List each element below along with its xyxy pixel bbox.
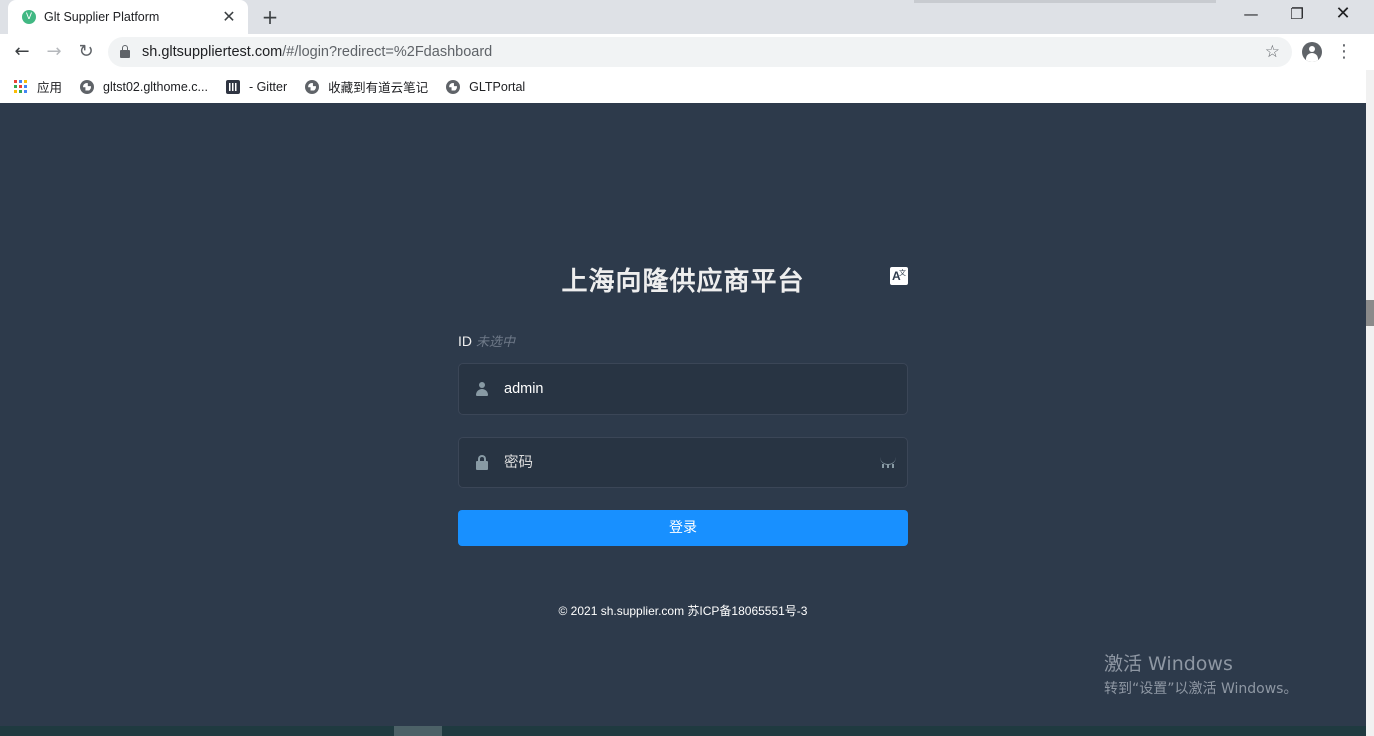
password-lock-icon (475, 455, 489, 471)
password-field[interactable] (458, 437, 908, 488)
url-path: /#/login?redirect=%2Fdashboard (282, 44, 493, 60)
vue-favicon-icon: V (22, 10, 36, 24)
copyright-footer: © 2021 sh.supplier.com 苏ICP备18065551号-3 (558, 604, 808, 618)
tab-active[interactable]: V Glt Supplier Platform ✕ (8, 0, 248, 34)
page-title: 上海向隆供应商平台 (561, 267, 805, 297)
browser-menu-icon[interactable]: ⋮ (1334, 38, 1354, 66)
new-tab-button[interactable]: + (258, 5, 282, 29)
apps-icon (14, 79, 28, 94)
bookmark-gltst02[interactable]: gltst02.glthome.c... (80, 79, 208, 94)
url-text[interactable]: sh.gltsuppliertest.com/#/login?redirect=… (142, 37, 492, 67)
username-field[interactable] (458, 363, 908, 415)
bookmark-star-icon[interactable]: ☆ (1265, 37, 1280, 67)
bookmark-gitter[interactable]: - Gitter (225, 79, 288, 94)
bookmark-gltportal[interactable]: GLTPortal (446, 79, 526, 94)
bookmark-label: - Gitter (248, 79, 288, 94)
bookmark-label: GLTPortal (469, 79, 526, 94)
bookmark-label: gltst02.glthome.c... (103, 79, 208, 94)
eye-closed-icon[interactable] (879, 457, 897, 468)
tab-title: Glt Supplier Platform (44, 10, 160, 24)
watermark-line-1: 激活 Windows (1104, 653, 1233, 675)
browser-toolbar: ← → ↻ sh.gltsuppliertest.com/#/login?red… (0, 34, 1374, 70)
bookmark-youdao[interactable]: 收藏到有道云笔记 (305, 77, 428, 96)
bookmarks-bar: 应用 gltst02.glthome.c... - Gitter 收藏到有道云笔… (0, 70, 1366, 103)
watermark-line-2: 转到“设置”以激活 Windows。 (1104, 681, 1298, 697)
id-hint: 未选中 (476, 334, 516, 349)
window-minimize-button[interactable]: — (1228, 0, 1274, 30)
globe-icon (305, 79, 320, 94)
forward-button[interactable]: → (40, 38, 68, 66)
tab-close-icon[interactable]: ✕ (220, 8, 238, 26)
gitter-icon (225, 79, 240, 94)
id-label: ID (458, 333, 472, 349)
window-close-button[interactable]: ✕ (1320, 0, 1366, 30)
login-page: 上海向隆供应商平台 A文 ID 未选中 登录 © 2021 sh.supplier… (0, 103, 1366, 726)
page-scrollbar-thumb[interactable] (1366, 300, 1374, 326)
reload-button[interactable]: ↻ (72, 38, 100, 66)
windows-activation-watermark: 激活 Windows 转到“设置”以激活 Windows。 (1104, 649, 1297, 698)
id-row: ID 未选中 (458, 331, 515, 350)
user-icon (475, 381, 489, 397)
popup-shadow (914, 0, 1216, 3)
bookmark-label: 应用 (37, 81, 63, 95)
taskbar-item[interactable] (394, 726, 442, 736)
profile-avatar-icon[interactable] (1302, 42, 1322, 62)
bookmark-apps[interactable]: 应用 (14, 77, 62, 96)
tab-bar: V Glt Supplier Platform ✕ + — ❐ ✕ (0, 0, 1374, 34)
back-button[interactable]: ← (8, 38, 36, 66)
globe-icon (80, 79, 95, 94)
lang-icon-sup: 文 (899, 270, 906, 277)
bookmark-label: 收藏到有道云笔记 (328, 81, 429, 95)
username-input[interactable] (504, 364, 874, 414)
url-host: sh.gltsuppliertest.com (142, 44, 283, 60)
page-scrollbar-track[interactable] (1366, 70, 1374, 736)
window-restore-button[interactable]: ❐ (1274, 0, 1320, 30)
lock-icon[interactable] (120, 45, 130, 58)
address-bar[interactable]: sh.gltsuppliertest.com/#/login?redirect=… (108, 37, 1292, 67)
language-switch-icon[interactable]: A文 (890, 267, 908, 285)
login-button[interactable]: 登录 (458, 510, 908, 546)
globe-icon (446, 79, 461, 94)
windows-taskbar (0, 726, 1366, 736)
password-input[interactable] (504, 438, 874, 488)
